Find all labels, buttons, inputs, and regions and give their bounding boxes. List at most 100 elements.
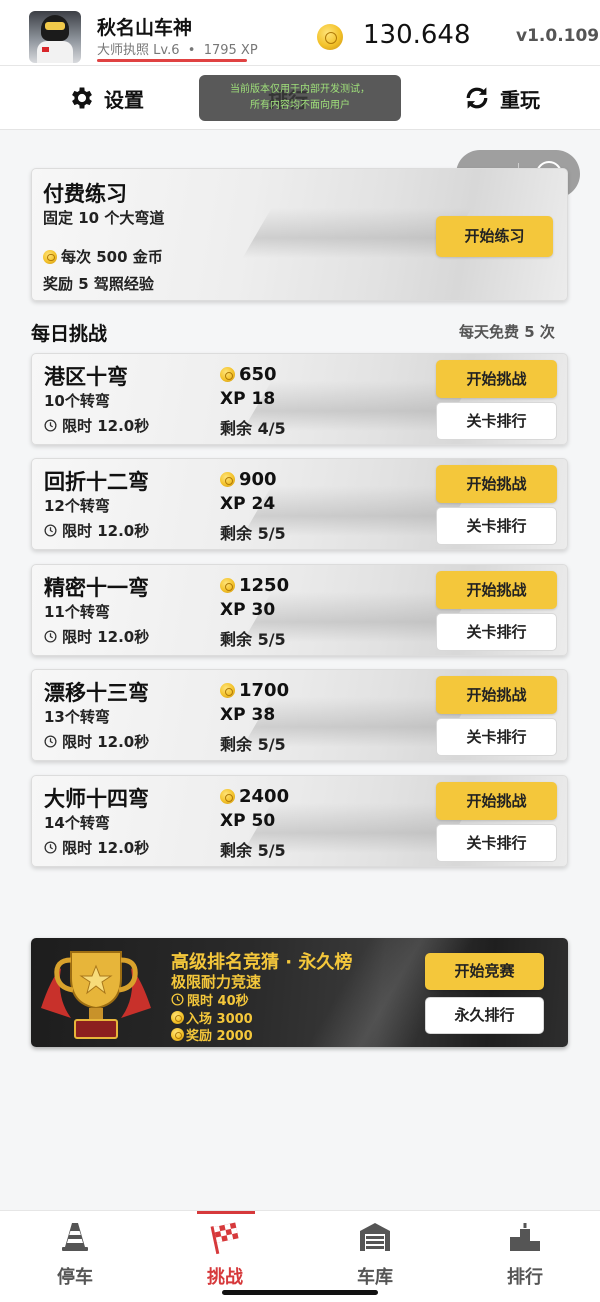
challenge-card: 大师十四弯 14个转弯 限时 12.0秒 2400 XP 50 剩余 5/5 开始挑战 关卡排… xyxy=(31,775,568,867)
challenge-name: 港区十弯 xyxy=(44,365,128,389)
level-rank-button[interactable]: 关卡排行 xyxy=(436,402,557,440)
tab-challenge[interactable]: 挑战 xyxy=(175,1211,275,1302)
version-label: v1.0.109 xyxy=(516,26,600,46)
challenge-xp: XP 50 xyxy=(220,811,276,831)
daily-challenge-title: 每日挑战 xyxy=(31,323,108,345)
challenge-time: 限时 12.0秒 xyxy=(44,626,149,647)
replay-label: 重玩 xyxy=(500,87,540,112)
tab-parking[interactable]: 停车 xyxy=(25,1211,125,1302)
coin-balance: 130.648 xyxy=(363,20,471,50)
banner-time-label: 限时 40秒 xyxy=(187,994,249,1009)
challenge-coin-reward: 900 xyxy=(220,469,277,490)
coin-icon xyxy=(220,683,235,698)
clock-icon xyxy=(44,524,57,537)
challenge-name: 漂移十三弯 xyxy=(44,681,149,705)
start-challenge-button[interactable]: 开始挑战 xyxy=(436,571,557,609)
level-rank-button[interactable]: 关卡排行 xyxy=(436,718,557,756)
banner-time: 限时 40秒 xyxy=(171,990,249,1009)
tab-label: 停车 xyxy=(57,1267,93,1288)
challenge-time-label: 限时 12.0秒 xyxy=(62,522,150,540)
garage-icon xyxy=(360,1223,390,1251)
coin-icon xyxy=(220,789,235,804)
traffic-cone-icon xyxy=(62,1223,88,1251)
clock-icon xyxy=(44,735,57,748)
practice-cost: 每次 500 金币 xyxy=(43,246,163,267)
start-challenge-button[interactable]: 开始挑战 xyxy=(436,782,557,820)
start-challenge-button[interactable]: 开始挑战 xyxy=(436,465,557,503)
coin-icon xyxy=(317,24,343,50)
challenge-coin-reward: 1250 xyxy=(220,575,289,596)
ranked-banner: 高级排名竞猜 · 永久榜 极限耐力竞速 限时 40秒 入场 3000 奖励 20… xyxy=(31,938,568,1047)
podium-icon xyxy=(510,1223,540,1251)
replay-button[interactable]: 重玩 xyxy=(462,66,540,130)
tab-label: 车库 xyxy=(357,1267,393,1288)
challenge-card: 精密十一弯 11个转弯限时 12.0秒 1250 XP 30 剩余 5/5 开始挑战关卡排… xyxy=(31,564,568,656)
challenge-turns: 13个转弯 xyxy=(44,708,110,726)
challenge-coin-label: 650 xyxy=(239,364,277,385)
start-challenge-button[interactable]: 开始挑战 xyxy=(436,360,557,398)
challenge-name: 精密十一弯 xyxy=(44,576,149,600)
start-challenge-button[interactable]: 开始挑战 xyxy=(436,676,557,714)
challenge-remaining: 剩余 4/5 xyxy=(220,419,286,438)
challenge-time-label: 限时 12.0秒 xyxy=(62,417,150,435)
practice-title: 付费练习 xyxy=(43,182,127,206)
challenge-time-label: 限时 12.0秒 xyxy=(62,628,150,646)
coin-icon xyxy=(171,1028,184,1041)
banner-reward: 奖励 2000 xyxy=(171,1025,253,1044)
challenge-card: 回折十二弯 12个转弯 限时 12.0秒 900 XP 24 剩余 5/5 开始挑战 关卡排行 xyxy=(31,458,568,550)
license-info: 大师执照 Lv.6 • 1795 XP xyxy=(97,39,258,58)
tab-garage[interactable]: 车库 xyxy=(325,1211,425,1302)
challenge-time: 限时 12.0秒 xyxy=(44,520,149,541)
clock-icon xyxy=(44,841,57,854)
settings-label: 设置 xyxy=(104,87,144,112)
challenge-coin-label: 1700 xyxy=(239,680,290,701)
dot-separator: • xyxy=(187,43,196,58)
practice-card: 付费练习 固定 10 个大弯道 每次 500 金币 奖励 5 驾照经验 开始练习 xyxy=(31,168,568,301)
challenge-name: 大师十四弯 xyxy=(44,787,149,811)
challenge-remaining: 剩余 5/5 xyxy=(220,841,286,860)
coin-icon xyxy=(220,472,235,487)
toast-line-1: 当前版本仅用于内部开发测试， xyxy=(230,84,370,95)
level-label: Lv.6 xyxy=(153,43,180,58)
challenge-remaining: 剩余 5/5 xyxy=(220,524,286,543)
challenge-remaining: 剩余 5/5 xyxy=(220,735,286,754)
level-rank-button[interactable]: 关卡排行 xyxy=(436,507,557,545)
start-race-button[interactable]: 开始竞赛 xyxy=(425,953,544,990)
challenge-coin-label: 2400 xyxy=(239,786,290,807)
clock-icon xyxy=(44,419,57,432)
home-indicator xyxy=(222,1290,378,1295)
tab-ranking[interactable]: 排行 xyxy=(475,1211,575,1302)
settings-button[interactable]: 设置 xyxy=(68,66,144,130)
level-rank-button[interactable]: 关卡排行 xyxy=(436,613,557,651)
tab-label: 排行 xyxy=(507,1267,543,1288)
level-rank-button[interactable]: 关卡排行 xyxy=(436,824,557,862)
coin-icon xyxy=(171,1011,184,1024)
start-practice-button[interactable]: 开始练习 xyxy=(436,216,553,257)
username: 秋名山车神 xyxy=(97,17,193,39)
practice-reward: 奖励 5 驾照经验 xyxy=(43,275,154,293)
coin-icon xyxy=(220,578,235,593)
clock-icon xyxy=(171,993,184,1006)
checkered-flag-icon xyxy=(210,1222,239,1255)
banner-reward-label: 奖励 2000 xyxy=(186,1029,253,1044)
challenge-name: 回折十二弯 xyxy=(44,470,149,494)
banner-subtitle: 极限耐力竞速 xyxy=(171,973,262,991)
challenge-coin-reward: 1700 xyxy=(220,680,289,701)
avatar[interactable] xyxy=(29,11,81,63)
challenge-turns: 10个转弯 xyxy=(44,392,110,410)
license-label: 大师执照 xyxy=(97,43,150,58)
bottom-tab-bar: 停车 挑战 车库 排行 xyxy=(0,1210,600,1302)
challenge-xp: XP 30 xyxy=(220,600,276,620)
practice-subtitle: 固定 10 个大弯道 xyxy=(43,209,165,227)
challenge-turns: 11个转弯 xyxy=(44,603,110,621)
challenge-coin-reward: 2400 xyxy=(220,786,289,807)
challenge-turns: 12个转弯 xyxy=(44,497,110,515)
xp-label: 1795 XP xyxy=(203,43,258,58)
top-bar: 秋名山车神 大师执照 Lv.6 • 1795 XP 130.648 v1.0.1… xyxy=(0,0,600,66)
challenge-remaining: 剩余 5/5 xyxy=(220,630,286,649)
challenge-time-label: 限时 12.0秒 xyxy=(62,839,150,857)
challenge-time: 限时 12.0秒 xyxy=(44,415,149,436)
coin-icon xyxy=(43,249,57,264)
permanent-rank-button[interactable]: 永久排行 xyxy=(425,997,544,1034)
challenge-coin-label: 900 xyxy=(239,469,277,490)
